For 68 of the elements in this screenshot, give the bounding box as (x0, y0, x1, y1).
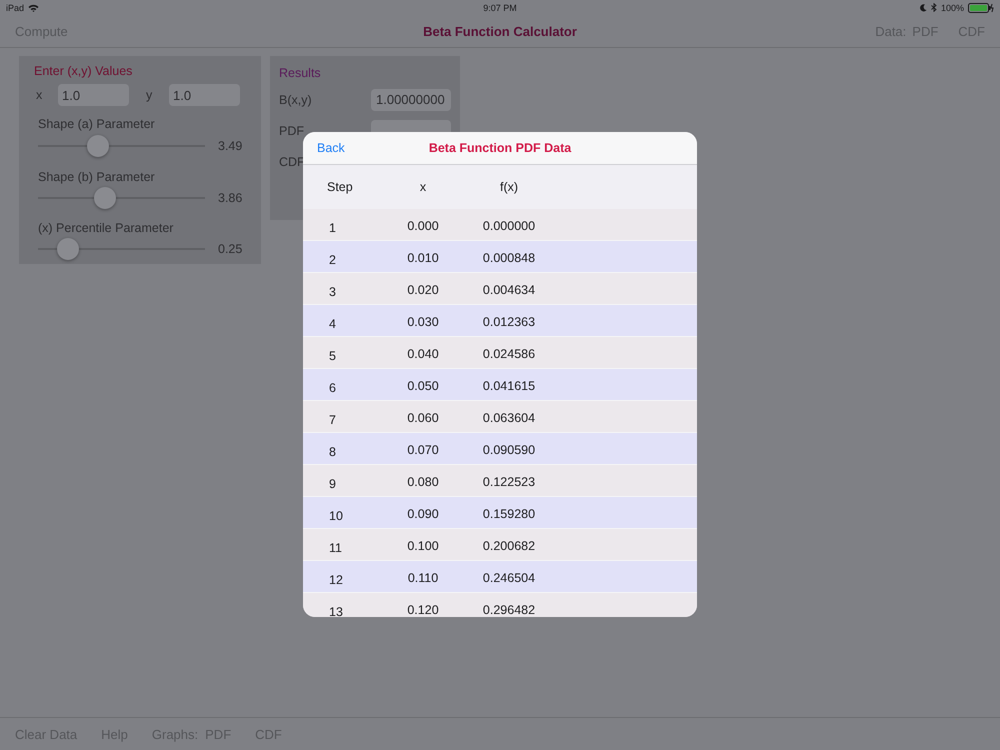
table-cell-text: 1 (328, 220, 337, 235)
table-cell-text: 0.110 (406, 571, 440, 585)
table-cell-text: 0.070 (406, 443, 440, 457)
modal-title: Beta Function PDF Data (428, 141, 572, 155)
result-label: B(x,y) (279, 93, 312, 107)
column-header: Step (326, 180, 354, 194)
device-name: iPad (6, 2, 24, 12)
back-button[interactable]: Back (317, 141, 345, 155)
app-title: Beta Function Calculator (423, 24, 577, 38)
table-cell-text: 0.000 (406, 219, 440, 233)
moon-icon (920, 4, 927, 12)
table-cell-text: 12 (328, 572, 344, 587)
table-cell-text: 4 (328, 316, 337, 331)
table-cell-text: 0.024586 (482, 347, 536, 361)
table-cell-text: 0.004634 (482, 283, 536, 297)
table-cell-text: 0.159280 (482, 507, 536, 521)
table-cell-text: 11 (328, 540, 343, 555)
input-field[interactable]: 1.0 (58, 84, 129, 106)
table-cell-text: 0.000848 (482, 251, 536, 265)
field-label: y (145, 88, 154, 102)
slider-value: 0.25 (218, 242, 242, 256)
slider-label: Shape (a) Parameter (38, 117, 155, 131)
field-label: x (35, 88, 44, 102)
table-cell-text: 0.020 (406, 283, 440, 297)
column-header: f(x) (498, 180, 520, 194)
table-cell-text: 2 (328, 252, 337, 267)
table-cell-text: 0.120 (406, 603, 440, 617)
table-cell-text: 3 (328, 284, 337, 299)
table-cell-text: 0.200682 (482, 539, 536, 553)
table-cell-text: 0.080 (406, 475, 440, 489)
battery-icon (968, 2, 994, 12)
table-cell-text: 9 (328, 476, 337, 491)
result-value: 1.00000000 (371, 89, 451, 111)
input-field[interactable]: 1.0 (169, 84, 240, 106)
table-cell-text: 0.010 (406, 251, 440, 265)
bluetooth-icon (930, 3, 937, 12)
table-cell-text: 0.100 (406, 539, 440, 553)
table-cell-text: 10 (328, 508, 344, 523)
table-cell-text: 0.090590 (482, 443, 536, 457)
table-cell-text: 0.063604 (482, 411, 536, 425)
slider-value: 3.49 (218, 139, 242, 153)
slider-value: 3.86 (218, 191, 242, 205)
result-label: CDF (279, 155, 305, 169)
table-cell-text: 8 (328, 444, 337, 459)
table-cell-text: 5 (328, 348, 337, 363)
table-cell-text: 13 (328, 604, 344, 617)
panel-heading: Results (279, 66, 322, 80)
panel-heading: Enter (x,y) Values (34, 64, 134, 78)
table-cell-text: 0.296482 (482, 603, 536, 617)
result-label: PDF (279, 124, 304, 138)
table-cell-text: 0.060 (406, 411, 440, 425)
table-cell-text: 0.122523 (482, 475, 536, 489)
table-cell-text: 0.012363 (482, 315, 536, 329)
wifi-icon (28, 4, 40, 12)
clock-time: 9:07 PM (483, 2, 517, 12)
slider-label: Shape (b) Parameter (38, 170, 155, 184)
table-cell-text: 0.050 (406, 379, 440, 393)
table-cell-text: 0.090 (406, 507, 440, 521)
table-cell-text: 0.040 (406, 347, 440, 361)
table-cell-text: 0.030 (406, 315, 440, 329)
table-cell-text: 0.246504 (482, 571, 536, 585)
slider-label: (x) Percentile Parameter (38, 221, 174, 235)
column-header: x (418, 180, 428, 194)
table-cell-text: 7 (328, 412, 337, 427)
battery-percent: 100% (940, 2, 964, 12)
table-cell-text: 6 (328, 380, 337, 395)
table-cell-text: 0.000000 (482, 219, 536, 233)
table-cell-text: 0.041615 (482, 379, 536, 393)
